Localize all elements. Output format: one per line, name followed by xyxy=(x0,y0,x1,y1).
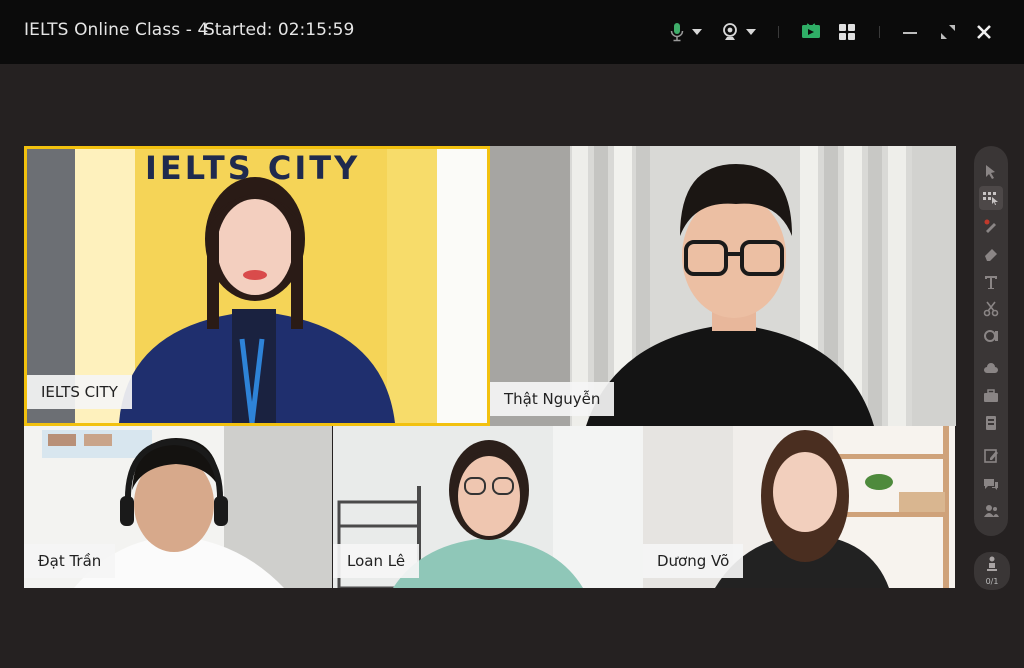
chevron-down-icon xyxy=(692,29,702,35)
chevron-down-icon xyxy=(746,29,756,35)
grid-layout-icon xyxy=(839,24,855,40)
camera-button[interactable] xyxy=(722,20,756,44)
video-tile-that-nguyen[interactable]: Thật Nguyễn xyxy=(490,146,956,426)
eraser-icon xyxy=(985,249,997,261)
scissors-tool[interactable] xyxy=(981,299,1001,319)
minimize-button[interactable] xyxy=(901,20,919,44)
elapsed-time: Started: 02:15:59 xyxy=(204,20,355,40)
screen-share-icon xyxy=(802,23,820,38)
screen-share-button[interactable] xyxy=(801,20,821,44)
class-title: IELTS Online Class - 4 xyxy=(24,20,209,40)
document-tool[interactable] xyxy=(981,413,1001,433)
meeting-app: IELTS Online Class - 4 Started: 02:15:59 xyxy=(0,0,1024,668)
eraser-tool[interactable] xyxy=(981,244,1001,264)
webcam-icon xyxy=(723,23,737,40)
chat-icon xyxy=(984,479,998,490)
members-icon xyxy=(984,505,999,517)
shape-tool[interactable] xyxy=(981,326,1001,346)
participant-name: Đạt Trần xyxy=(24,544,116,578)
video-tile-loan-le[interactable]: Loan Lê xyxy=(333,426,643,588)
video-tile-duong-vo[interactable]: Dương Võ xyxy=(643,426,955,588)
chat-tool[interactable] xyxy=(981,474,1001,494)
shape-icon xyxy=(984,330,998,342)
annotation-toolbar xyxy=(974,146,1008,536)
close-button[interactable] xyxy=(975,20,993,44)
text-tool[interactable] xyxy=(981,272,1001,292)
divider xyxy=(879,26,880,38)
cloud-tool[interactable] xyxy=(981,358,1001,378)
raise-hand-icon xyxy=(987,556,997,571)
note-icon xyxy=(984,449,998,463)
document-icon xyxy=(986,416,996,430)
select-tool[interactable] xyxy=(979,186,1003,210)
microphone-button[interactable] xyxy=(670,20,702,44)
participant-name: Dương Võ xyxy=(643,544,744,578)
participant-name: Loan Lê xyxy=(333,544,420,578)
briefcase-icon xyxy=(984,389,998,402)
participant-name: IELTS CITY xyxy=(27,375,132,409)
raise-hand-count: 0/1 xyxy=(985,577,999,586)
raise-hand-button[interactable]: 0/1 xyxy=(974,552,1010,590)
members-tool[interactable] xyxy=(981,501,1001,521)
text-icon xyxy=(985,276,997,289)
expand-icon xyxy=(941,25,955,39)
laser-pen-icon xyxy=(984,219,996,233)
banner-logo: IELTS CITY xyxy=(145,149,361,187)
layout-button[interactable] xyxy=(838,20,856,44)
video-tile-ielts-city[interactable]: IELTS CITY IELTS CITY xyxy=(24,146,490,426)
title-bar: IELTS Online Class - 4 Started: 02:15:59 xyxy=(0,0,1024,64)
toolbox-tool[interactable] xyxy=(981,386,1001,406)
close-icon xyxy=(977,25,991,39)
microphone-icon xyxy=(670,23,684,42)
video-tile-dat-tran[interactable]: Đạt Trần xyxy=(24,426,332,588)
participant-name: Thật Nguyễn xyxy=(490,382,615,416)
minimize-icon xyxy=(903,32,917,34)
pointer-tool[interactable] xyxy=(981,162,1001,182)
cloud-icon xyxy=(984,363,998,373)
note-tool[interactable] xyxy=(981,446,1001,466)
divider xyxy=(778,26,779,38)
laser-pen-tool[interactable] xyxy=(981,216,1001,236)
maximize-button[interactable] xyxy=(939,20,957,44)
select-icon xyxy=(983,192,998,205)
scissors-icon xyxy=(983,301,999,317)
pointer-icon xyxy=(986,165,995,179)
